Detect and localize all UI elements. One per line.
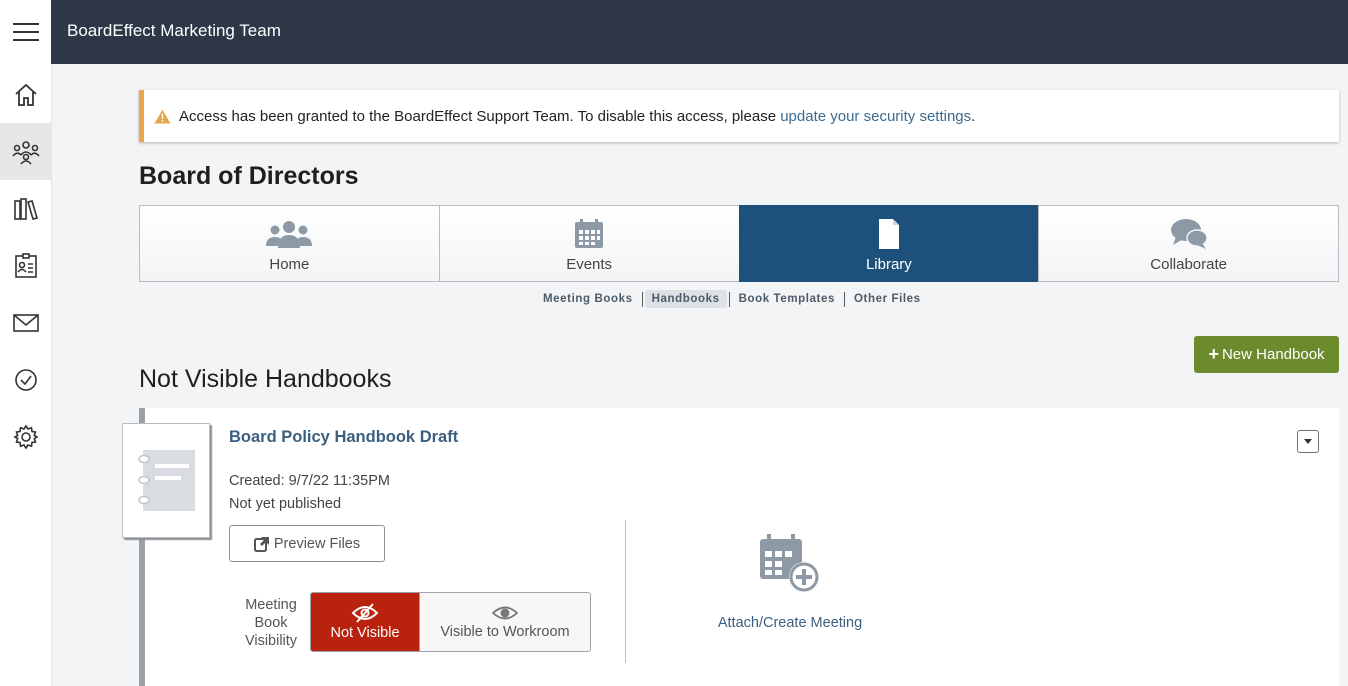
people-network-icon [11, 140, 40, 165]
caret-down-icon [1304, 439, 1312, 444]
sidebar-item-home[interactable] [0, 66, 51, 123]
visibility-toggle: Not Visible Visible to Workroom [310, 592, 591, 652]
visible-to-workroom-option[interactable]: Visible to Workroom [419, 593, 590, 651]
support-access-alert: Access has been granted to the BoardEffe… [139, 90, 1339, 142]
check-circle-icon [14, 368, 37, 391]
preview-files-label: Preview Files [273, 535, 361, 552]
handbook-thumbnail[interactable] [122, 423, 210, 538]
calendar-icon [575, 219, 604, 248]
subnav-divider [843, 291, 845, 307]
new-handbook-label: New Handbook [1221, 346, 1325, 363]
preview-files-button[interactable]: Preview Files [229, 525, 385, 562]
subnav-divider [728, 291, 730, 307]
eye-slash-icon [351, 603, 379, 623]
eye-icon [492, 606, 518, 620]
new-handbook-button[interactable]: + New Handbook [1194, 336, 1339, 373]
subnav-handbooks[interactable]: Handbooks [644, 290, 727, 308]
library-books-icon [13, 197, 38, 220]
app-title: BoardEffect Marketing Team [67, 21, 281, 40]
alert-text: Access has been granted to the BoardEffe… [179, 107, 781, 125]
tab-home[interactable]: Home [139, 205, 440, 282]
handbook-title-link[interactable]: Board Policy Handbook Draft [229, 428, 458, 447]
visible-to-workroom-label: Visible to Workroom [440, 624, 570, 640]
left-sidebar [0, 0, 52, 686]
home-icon [14, 83, 37, 106]
external-link-icon [253, 536, 269, 552]
gear-icon [12, 424, 39, 449]
sidebar-item-workrooms[interactable] [0, 123, 51, 180]
top-bar: BoardEffect Marketing Team [51, 0, 1348, 64]
sidebar-item-messages[interactable] [0, 294, 51, 351]
subnav-book-templates[interactable]: Book Templates [732, 290, 842, 308]
document-icon [878, 219, 899, 249]
people-icon [266, 221, 313, 248]
tab-library[interactable]: Library [738, 205, 1040, 282]
not-visible-label: Not Visible [330, 625, 400, 641]
tab-events[interactable]: Events [438, 205, 740, 282]
workroom-tabs: Home Events Library Collaborate [139, 205, 1339, 282]
security-settings-link[interactable]: update your security settings [780, 108, 971, 125]
tab-collaborate[interactable]: Collaborate [1038, 205, 1339, 282]
warning-icon [154, 109, 171, 124]
subnav-divider [641, 291, 643, 307]
plus-icon: + [1208, 344, 1219, 364]
handbook-actions-dropdown[interactable] [1297, 430, 1319, 453]
envelope-icon [12, 313, 39, 332]
attach-create-meeting[interactable]: Attach/Create Meeting [700, 533, 880, 631]
sidebar-item-libraries[interactable] [0, 180, 51, 237]
page-title: Board of Directors [139, 162, 359, 190]
sidebar-item-directory[interactable] [0, 237, 51, 294]
hamburger-icon [12, 23, 39, 41]
attach-create-meeting-label: Attach/Create Meeting [717, 615, 863, 631]
sidebar-item-tasks[interactable] [0, 351, 51, 408]
sidebar-item-settings[interactable] [0, 408, 51, 465]
not-visible-option[interactable]: Not Visible [311, 593, 419, 651]
subnav-meeting-books[interactable]: Meeting Books [536, 290, 640, 308]
card-divider [625, 520, 626, 663]
alert-suffix: . [971, 107, 976, 125]
publish-status: Not yet published [229, 496, 342, 512]
section-title: Not Visible Handbooks [139, 365, 392, 393]
tab-home-label: Home [269, 256, 310, 273]
chat-bubbles-icon [1170, 219, 1208, 249]
library-subnav: Meeting Books Handbooks Book Templates O… [536, 290, 928, 308]
subnav-other-files[interactable]: Other Files [847, 290, 928, 308]
visibility-label: Meeting Book Visibility [244, 597, 298, 649]
tab-events-label: Events [566, 256, 613, 273]
created-date: Created: 9/7/22 11:35PM [229, 473, 390, 489]
calendar-add-icon [760, 534, 819, 592]
tab-library-label: Library [865, 256, 912, 273]
notebook-icon [138, 450, 195, 511]
hamburger-menu-button[interactable] [0, 0, 51, 64]
tab-collaborate-label: Collaborate [1150, 256, 1227, 273]
contact-card-icon [14, 252, 37, 278]
